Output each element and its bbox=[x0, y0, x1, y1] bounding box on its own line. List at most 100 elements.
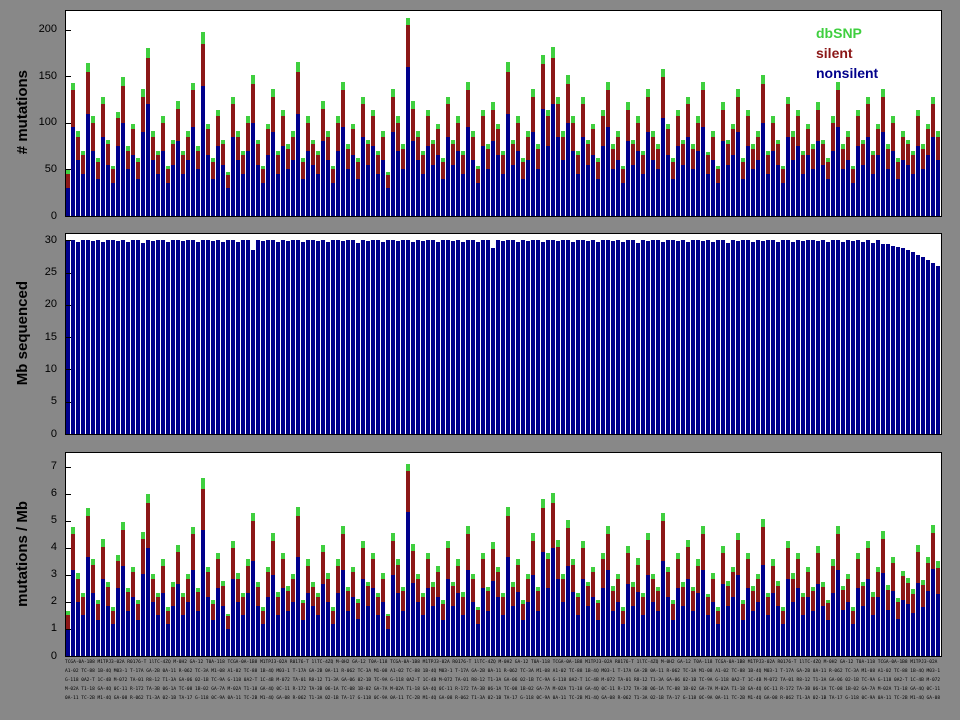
bar-segment-nonsilent bbox=[836, 127, 840, 216]
bar bbox=[316, 453, 320, 656]
bar bbox=[566, 234, 570, 434]
bar-segment-Mb sequenced bbox=[411, 242, 415, 434]
bar-segment-silent bbox=[791, 579, 795, 602]
y-axis-title-mutations: # mutations bbox=[14, 70, 31, 154]
bar-segment-silent bbox=[116, 118, 120, 146]
bar-segment-Mb sequenced bbox=[96, 240, 100, 434]
bar bbox=[866, 453, 870, 656]
bar bbox=[531, 11, 535, 216]
bar-segment-nonsilent bbox=[501, 615, 505, 656]
bar bbox=[231, 453, 235, 656]
bar bbox=[96, 11, 100, 216]
bar-segment-silent bbox=[631, 144, 635, 165]
bar bbox=[301, 11, 305, 216]
bar bbox=[901, 453, 905, 656]
bar-segment-nonsilent bbox=[911, 174, 915, 216]
bar bbox=[441, 453, 445, 656]
bar-segment-silent bbox=[381, 579, 385, 602]
bar bbox=[476, 453, 480, 656]
y-tick-mark bbox=[66, 629, 71, 630]
bar-segment-nonsilent bbox=[321, 141, 325, 216]
bar bbox=[356, 11, 360, 216]
bar-segment-silent bbox=[71, 534, 75, 570]
bar bbox=[686, 234, 690, 434]
bar-segment-Mb sequenced bbox=[416, 240, 420, 434]
bar bbox=[686, 453, 690, 656]
bar-segment-silent bbox=[541, 508, 545, 552]
bar bbox=[216, 453, 220, 656]
bar-segment-Mb sequenced bbox=[906, 250, 910, 434]
bar-segment-silent bbox=[591, 572, 595, 597]
bar-segment-silent bbox=[561, 137, 565, 160]
bar-segment-silent bbox=[861, 144, 865, 165]
bar-segment-Mb sequenced bbox=[321, 240, 325, 434]
bar bbox=[71, 11, 75, 216]
bar-segment-dbSNP bbox=[721, 102, 725, 109]
bar bbox=[526, 234, 530, 434]
bar bbox=[441, 11, 445, 216]
bar-segment-silent bbox=[341, 534, 345, 570]
bar-segment-silent bbox=[806, 572, 810, 597]
bar bbox=[451, 11, 455, 216]
bar-segment-nonsilent bbox=[851, 183, 855, 216]
bar-segment-Mb sequenced bbox=[811, 240, 815, 434]
bar-segment-silent bbox=[401, 149, 405, 170]
bar-segment-nonsilent bbox=[286, 169, 290, 216]
bar-segment-nonsilent bbox=[756, 602, 760, 656]
bar bbox=[486, 11, 490, 216]
bar-segment-silent bbox=[816, 553, 820, 584]
bar bbox=[526, 11, 530, 216]
y-tick-label: 5 bbox=[0, 395, 57, 408]
bar bbox=[666, 234, 670, 434]
bar-segment-silent bbox=[71, 90, 75, 127]
bar-segment-nonsilent bbox=[646, 575, 650, 656]
bar bbox=[121, 453, 125, 656]
bar-segment-silent bbox=[421, 597, 425, 615]
bar-segment-Mb sequenced bbox=[326, 242, 330, 434]
bar-segment-nonsilent bbox=[691, 169, 695, 216]
bar-segment-nonsilent bbox=[316, 615, 320, 656]
bar-segment-nonsilent bbox=[881, 573, 885, 656]
bar-segment-nonsilent bbox=[491, 581, 495, 656]
bar bbox=[481, 234, 485, 434]
bar-segment-silent bbox=[536, 149, 540, 170]
bar-segment-Mb sequenced bbox=[171, 240, 175, 434]
bar-segment-nonsilent bbox=[641, 615, 645, 656]
bar bbox=[496, 11, 500, 216]
bar bbox=[381, 453, 385, 656]
legend: dbSNP silent nonsilent bbox=[816, 23, 878, 83]
bar bbox=[496, 234, 500, 434]
bar-segment-silent bbox=[791, 137, 795, 160]
bar-segment-silent bbox=[581, 548, 585, 580]
bar-segment-Mb sequenced bbox=[71, 240, 75, 434]
bar-segment-dbSNP bbox=[686, 97, 690, 104]
bar-segment-Mb sequenced bbox=[591, 240, 595, 434]
bar bbox=[821, 234, 825, 434]
bar bbox=[171, 11, 175, 216]
bar bbox=[531, 234, 535, 434]
bar bbox=[661, 453, 665, 656]
bar-segment-silent bbox=[716, 611, 720, 625]
bar bbox=[731, 11, 735, 216]
bar-segment-dbSNP bbox=[541, 499, 545, 508]
bar-segment-silent bbox=[66, 615, 70, 629]
bar bbox=[911, 453, 915, 656]
y-tick-mark bbox=[66, 656, 71, 657]
bar bbox=[246, 234, 250, 434]
y-tick-mark bbox=[66, 369, 71, 370]
bar-segment-silent bbox=[636, 565, 640, 592]
bar bbox=[916, 453, 920, 656]
bar bbox=[211, 234, 215, 434]
bar-segment-silent bbox=[576, 597, 580, 615]
bar bbox=[636, 453, 640, 656]
bar-segment-silent bbox=[431, 144, 435, 165]
bar-segment-Mb sequenced bbox=[676, 241, 680, 434]
bar bbox=[346, 11, 350, 216]
bar-segment-silent bbox=[241, 155, 245, 174]
bar-segment-silent bbox=[906, 144, 910, 165]
bar-segment-silent bbox=[216, 116, 220, 146]
bar bbox=[921, 453, 925, 656]
bar-segment-nonsilent bbox=[591, 597, 595, 656]
bar-segment-Mb sequenced bbox=[151, 241, 155, 434]
bar-segment-silent bbox=[391, 97, 395, 132]
